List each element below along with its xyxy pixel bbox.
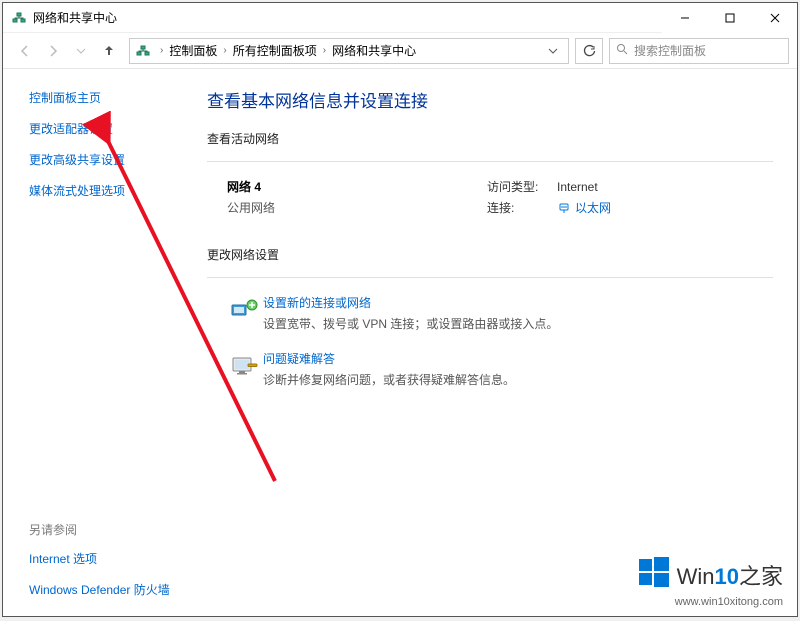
new-connection-icon bbox=[227, 294, 263, 326]
page-title: 查看基本网络信息并设置连接 bbox=[207, 87, 773, 112]
breadcrumb-item[interactable]: 网络和共享中心 bbox=[330, 42, 418, 59]
sidebar: 控制面板主页 更改适配器设置 更改高级共享设置 媒体流式处理选项 另请参阅 In… bbox=[3, 69, 203, 616]
sidebar-advanced-link[interactable]: 更改高级共享设置 bbox=[29, 151, 203, 168]
content: 控制面板主页 更改适配器设置 更改高级共享设置 媒体流式处理选项 另请参阅 In… bbox=[3, 69, 797, 616]
minimize-button[interactable] bbox=[662, 3, 707, 33]
watermark-text: Win10之家 bbox=[677, 559, 783, 591]
sidebar-internet-options-link[interactable]: Internet 选项 bbox=[29, 550, 170, 567]
change-settings-label: 更改网络设置 bbox=[207, 246, 773, 263]
new-connection-desc: 设置宽带、拨号或 VPN 连接；或设置路由器或接入点。 bbox=[263, 315, 773, 332]
maximize-button[interactable] bbox=[707, 3, 752, 33]
sidebar-home-link[interactable]: 控制面板主页 bbox=[29, 89, 203, 106]
watermark-url: www.win10xitong.com bbox=[637, 596, 783, 608]
back-button[interactable] bbox=[11, 37, 39, 65]
network-center-icon bbox=[11, 10, 27, 26]
titlebar: 网络和共享中心 bbox=[3, 3, 797, 33]
network-center-icon bbox=[134, 42, 152, 60]
new-connection-link[interactable]: 设置新的连接或网络 bbox=[263, 294, 773, 311]
access-type-label: 访问类型: bbox=[487, 178, 557, 195]
chevron-right-icon: › bbox=[219, 45, 230, 56]
window-title: 网络和共享中心 bbox=[33, 9, 117, 26]
chevron-right-icon: › bbox=[156, 45, 167, 56]
forward-button[interactable] bbox=[39, 37, 67, 65]
refresh-button[interactable] bbox=[575, 38, 603, 64]
recent-dropdown[interactable] bbox=[67, 37, 95, 65]
troubleshoot-link[interactable]: 问题疑难解答 bbox=[263, 350, 773, 367]
sidebar-firewall-link[interactable]: Windows Defender 防火墙 bbox=[29, 581, 170, 598]
troubleshoot-icon bbox=[227, 350, 263, 382]
active-networks-label: 查看活动网络 bbox=[207, 130, 773, 147]
change-settings-section: 更改网络设置 bbox=[207, 246, 773, 278]
connection-value: 以太网 bbox=[575, 199, 611, 216]
nav-bar: › 控制面板 › 所有控制面板项 › 网络和共享中心 搜索控制面板 bbox=[3, 33, 797, 69]
active-network-block: 网络 4 公用网络 访问类型: Internet 连接: bbox=[227, 178, 773, 220]
network-name: 网络 4 bbox=[227, 178, 487, 195]
network-identity: 网络 4 公用网络 bbox=[227, 178, 487, 220]
window: 网络和共享中心 › 控制面板 › 所有控制面板项 › 网络和共享中心 bbox=[2, 2, 798, 617]
troubleshoot-item: 问题疑难解答 诊断并修复网络问题，或者获得疑难解答信息。 bbox=[227, 350, 773, 388]
sidebar-seealso: 另请参阅 Internet 选项 Windows Defender 防火墙 bbox=[29, 521, 170, 598]
main-panel: 查看基本网络信息并设置连接 查看活动网络 网络 4 公用网络 访问类型: Int… bbox=[203, 69, 797, 616]
active-networks-section: 查看活动网络 bbox=[207, 130, 773, 162]
search-icon bbox=[616, 42, 628, 60]
new-connection-item: 设置新的连接或网络 设置宽带、拨号或 VPN 连接；或设置路由器或接入点。 bbox=[227, 294, 773, 332]
window-controls bbox=[662, 3, 797, 33]
connection-link[interactable]: 以太网 bbox=[557, 199, 611, 216]
chevron-right-icon: › bbox=[319, 45, 330, 56]
up-button[interactable] bbox=[95, 37, 123, 65]
search-input[interactable]: 搜索控制面板 bbox=[609, 38, 789, 64]
seealso-heading: 另请参阅 bbox=[29, 521, 170, 538]
sidebar-media-link[interactable]: 媒体流式处理选项 bbox=[29, 182, 203, 199]
network-details: 访问类型: Internet 连接: 以太网 bbox=[487, 178, 611, 220]
close-button[interactable] bbox=[752, 3, 797, 33]
breadcrumb-item[interactable]: 所有控制面板项 bbox=[231, 42, 319, 59]
sidebar-adapter-link[interactable]: 更改适配器设置 bbox=[29, 120, 203, 137]
access-type-value: Internet bbox=[557, 180, 598, 194]
network-type: 公用网络 bbox=[227, 199, 487, 216]
connection-label: 连接: bbox=[487, 199, 557, 216]
troubleshoot-desc: 诊断并修复网络问题，或者获得疑难解答信息。 bbox=[263, 371, 773, 388]
search-placeholder: 搜索控制面板 bbox=[634, 42, 706, 59]
address-bar[interactable]: › 控制面板 › 所有控制面板项 › 网络和共享中心 bbox=[129, 38, 569, 64]
chevron-down-icon[interactable] bbox=[542, 46, 564, 56]
windows-logo-icon bbox=[637, 555, 671, 594]
watermark: Win10之家 www.win10xitong.com bbox=[637, 555, 783, 608]
ethernet-icon bbox=[557, 201, 571, 215]
breadcrumb-item[interactable]: 控制面板 bbox=[167, 42, 219, 59]
